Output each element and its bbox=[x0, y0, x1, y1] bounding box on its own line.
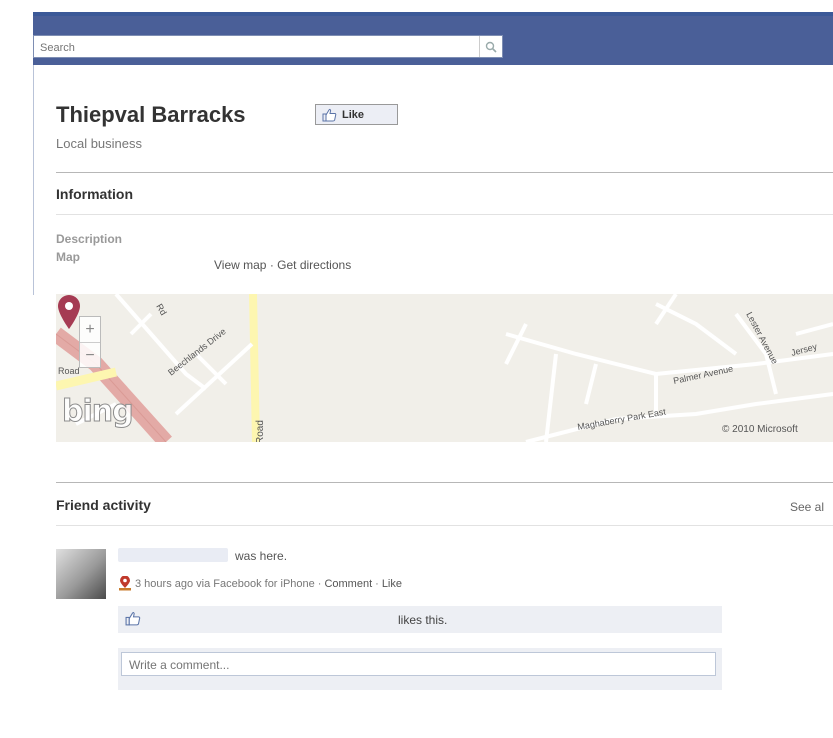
like-link[interactable]: Like bbox=[382, 578, 402, 590]
section-divider-thin bbox=[56, 214, 833, 215]
street-label: Maghaberry Park East bbox=[577, 406, 667, 431]
map-label: Map bbox=[56, 250, 80, 264]
page-title: Thiepval Barracks bbox=[56, 102, 246, 127]
search-icon bbox=[485, 41, 497, 53]
likes-text: likes this. bbox=[398, 613, 448, 627]
likes-row: likes this. bbox=[118, 606, 722, 633]
top-bar bbox=[33, 12, 833, 65]
checkin-pin-icon bbox=[119, 576, 131, 591]
left-border bbox=[33, 65, 34, 295]
see-all-link[interactable]: See al bbox=[790, 500, 824, 514]
activity-text: was here. bbox=[235, 549, 288, 563]
friend-name-redacted[interactable] bbox=[118, 548, 228, 562]
like-page-button[interactable]: Like bbox=[315, 104, 398, 125]
activity-meta: 3 hours ago via Facebook for iPhone · Co… bbox=[118, 576, 402, 591]
map-copyright: © 2010 Microsoft bbox=[722, 424, 798, 435]
map-view[interactable]: Beechlands Drive Road Road Palmer Avenue… bbox=[56, 294, 833, 442]
search-button[interactable] bbox=[479, 36, 502, 57]
street-label: Palmer Avenue bbox=[672, 364, 734, 386]
thumbs-up-icon bbox=[125, 611, 141, 626]
meta-separator: · bbox=[317, 577, 322, 590]
comment-link[interactable]: Comment bbox=[324, 578, 372, 590]
search-input[interactable] bbox=[38, 37, 462, 58]
thumbs-up-icon bbox=[322, 108, 337, 121]
street-label: Lester Avenue bbox=[744, 310, 780, 365]
section-divider-thin bbox=[56, 525, 833, 526]
meta-separator: · bbox=[375, 577, 379, 590]
get-directions-link[interactable]: Get directions bbox=[277, 258, 351, 272]
activity-time: 3 hours ago via Facebook for iPhone bbox=[135, 577, 315, 590]
link-separator: · bbox=[266, 258, 278, 272]
view-map-link[interactable]: View map bbox=[214, 258, 266, 272]
street-label: Road bbox=[58, 366, 80, 376]
street-label: Road bbox=[255, 420, 266, 442]
comment-box[interactable] bbox=[121, 652, 716, 676]
comment-area bbox=[118, 648, 722, 690]
map-roads: Beechlands Drive Road Road Palmer Avenue… bbox=[56, 294, 833, 442]
map-zoom-control: + − bbox=[79, 316, 101, 368]
section-divider bbox=[56, 482, 833, 483]
section-divider bbox=[56, 172, 833, 173]
search-box[interactable] bbox=[33, 35, 503, 58]
map-links: View map · Get directions bbox=[214, 258, 351, 272]
zoom-out-button[interactable]: − bbox=[80, 342, 100, 368]
like-button-label: Like bbox=[342, 108, 365, 121]
street-label: Rd bbox=[154, 302, 168, 317]
description-label: Description bbox=[56, 232, 123, 246]
street-label: Beechlands Drive bbox=[166, 326, 228, 377]
bing-logo: bing bbox=[62, 394, 135, 430]
information-heading: Information bbox=[56, 186, 133, 202]
map-pin-icon[interactable] bbox=[56, 294, 82, 330]
comment-input[interactable] bbox=[127, 654, 711, 676]
zoom-in-button[interactable]: + bbox=[80, 317, 100, 342]
avatar[interactable] bbox=[56, 549, 106, 599]
friend-activity-heading: Friend activity bbox=[56, 497, 151, 513]
page-category: Local business bbox=[56, 136, 142, 151]
